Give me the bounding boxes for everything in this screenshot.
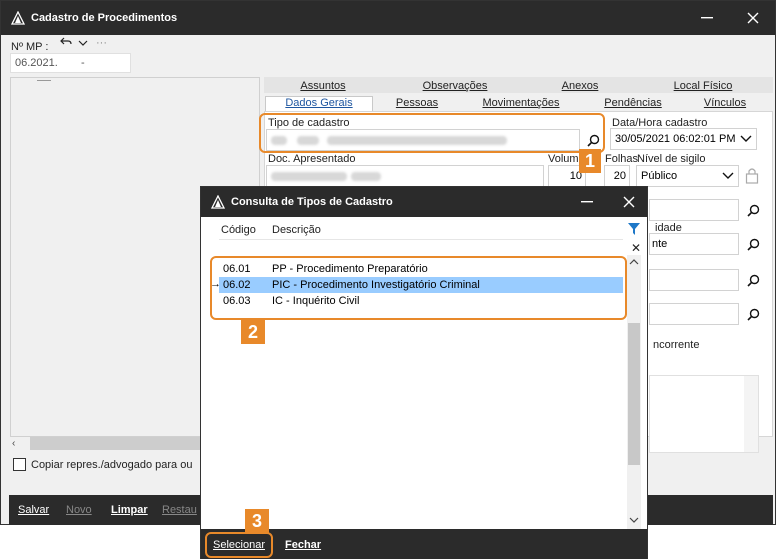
sigilo-value: Público (641, 170, 678, 182)
textarea-right[interactable] (649, 375, 759, 453)
scroll-up-icon[interactable] (627, 257, 641, 269)
highlight-box-1 (259, 113, 605, 153)
folhas-label: Folhas (605, 153, 639, 165)
scroll-left-icon[interactable]: ‹ (12, 438, 15, 449)
highlight-box-3 (205, 532, 273, 558)
doc-label: Doc. Apresentado (268, 153, 356, 165)
badge-3: 3 (245, 509, 269, 533)
limpar-button[interactable]: Limpar (111, 504, 148, 516)
tab-anexos[interactable]: Anexos (553, 80, 607, 96)
search-icon[interactable] (742, 269, 764, 291)
concorrente-label: ncorrente (653, 339, 700, 351)
header-divider (219, 239, 623, 240)
scroll-down-icon[interactable] (627, 515, 641, 527)
tab-assuntos[interactable]: Assuntos (291, 80, 355, 96)
field-right-1[interactable] (649, 199, 739, 221)
tree-line (37, 80, 51, 81)
field-right-4[interactable] (649, 303, 739, 325)
close-icon[interactable] (731, 1, 775, 35)
clear-filter-icon[interactable]: ✕ (631, 241, 641, 255)
doc-field[interactable] (266, 165, 544, 187)
search-icon[interactable] (742, 303, 764, 325)
search-icon[interactable] (742, 233, 764, 255)
doc-blur-2 (351, 172, 381, 181)
copiar-label: Copiar repres./advogado para ou (31, 459, 193, 471)
tab-local-fisico[interactable]: Local Físico (663, 80, 743, 96)
nmp-field[interactable]: 06.2021. - (10, 53, 131, 73)
nmp-value: 06.2021. (15, 57, 58, 69)
folhas-field[interactable]: 20 (604, 165, 630, 187)
restaurar-button[interactable]: Restau (162, 504, 197, 516)
fechar-button[interactable]: Fechar (285, 539, 321, 551)
chevron-down-icon[interactable] (740, 134, 752, 146)
dialog-title: Consulta de Tipos de Cadastro (231, 196, 393, 208)
vertical-scrollbar[interactable] (627, 255, 641, 531)
doc-blur-1 (271, 172, 347, 181)
app-logo-icon (210, 194, 226, 209)
vertical-scrollbar[interactable] (744, 376, 758, 452)
field-right-3[interactable] (649, 269, 739, 291)
unidade-value: nte (652, 238, 668, 250)
scroll-thumb[interactable] (628, 323, 640, 465)
undo-icon[interactable] (60, 37, 74, 51)
close-icon[interactable] (607, 187, 651, 217)
search-icon[interactable] (742, 199, 764, 221)
novo-button[interactable]: Novo (66, 504, 92, 516)
badge-1: 1 (579, 149, 601, 173)
filter-icon[interactable] (627, 221, 641, 237)
badge-2: 2 (241, 320, 265, 344)
app-logo-icon (10, 10, 26, 25)
nmp-dash: - (81, 57, 85, 69)
datahora-field[interactable]: 30/05/2021 06:02:01 PM (610, 128, 757, 150)
datahora-value: 30/05/2021 06:02:01 PM (615, 133, 736, 145)
lock-icon[interactable] (745, 166, 759, 184)
highlight-box-2 (210, 256, 627, 320)
col-descricao-header[interactable]: Descrição (272, 224, 321, 236)
sigilo-select[interactable]: Público (636, 165, 739, 187)
more-icon[interactable]: ··· (96, 37, 107, 49)
main-titlebar: Cadastro de Procedimentos (1, 1, 775, 35)
tab-dados-gerais[interactable]: Dados Gerais (265, 96, 373, 112)
minimize-icon[interactable] (565, 187, 609, 217)
nmp-label: Nº MP : (11, 41, 49, 53)
col-codigo-header[interactable]: Código (221, 224, 256, 236)
tab-observacoes[interactable]: Observações (413, 80, 497, 96)
minimize-icon[interactable] (685, 1, 729, 35)
main-title: Cadastro de Procedimentos (31, 12, 178, 24)
checkbox-icon[interactable] (13, 458, 26, 471)
chevron-down-icon[interactable] (78, 38, 90, 50)
folhas-value: 20 (613, 170, 626, 182)
sigilo-label: Nível de sigilo (637, 153, 706, 165)
consulta-dialog: Consulta de Tipos de Cadastro Código Des… (200, 186, 648, 559)
salvar-button[interactable]: Salvar (18, 504, 49, 516)
chevron-down-icon[interactable] (722, 171, 734, 183)
unidade-field[interactable]: nte (649, 233, 739, 255)
